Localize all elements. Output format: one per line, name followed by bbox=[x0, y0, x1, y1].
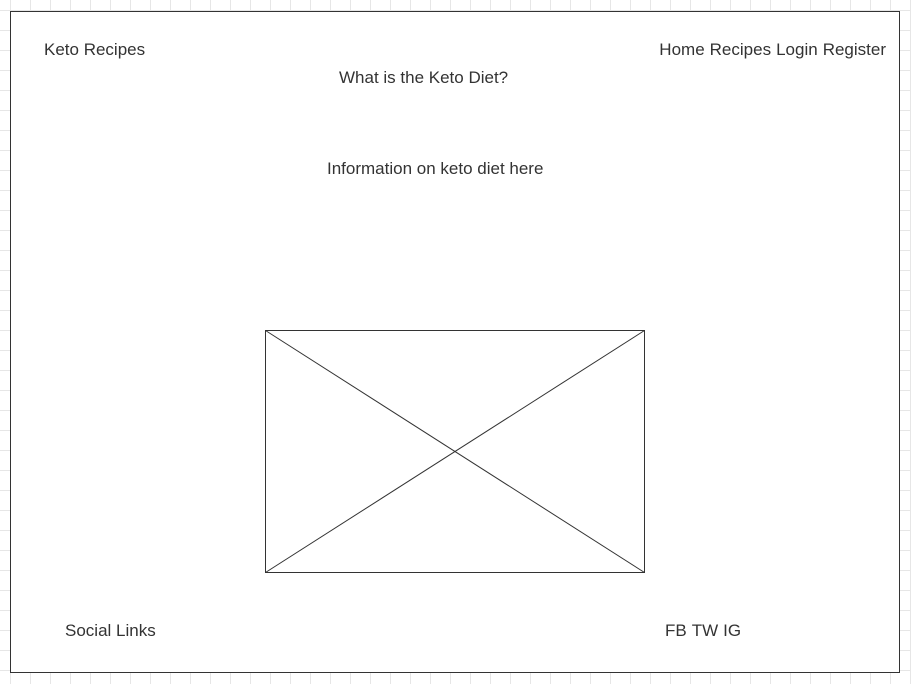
image-placeholder bbox=[265, 330, 645, 573]
instagram-link[interactable]: IG bbox=[723, 621, 741, 641]
nav-register-link[interactable]: Register bbox=[823, 40, 886, 60]
facebook-link[interactable]: FB bbox=[665, 621, 687, 641]
nav-login-link[interactable]: Login bbox=[776, 40, 818, 60]
site-logo[interactable]: Keto Recipes bbox=[44, 40, 145, 60]
twitter-link[interactable]: TW bbox=[692, 621, 718, 641]
social-links-label: Social Links bbox=[65, 621, 156, 640]
social-links: FB TW IG bbox=[665, 621, 741, 641]
main-nav: Home Recipes Login Register bbox=[659, 40, 886, 60]
info-text: Information on keto diet here bbox=[327, 159, 544, 178]
nav-home-link[interactable]: Home bbox=[659, 40, 704, 60]
page-title: What is the Keto Diet? bbox=[339, 68, 509, 87]
wireframe-page: Keto Recipes Home Recipes Login Register… bbox=[10, 11, 900, 673]
nav-recipes-link[interactable]: Recipes bbox=[710, 40, 771, 60]
